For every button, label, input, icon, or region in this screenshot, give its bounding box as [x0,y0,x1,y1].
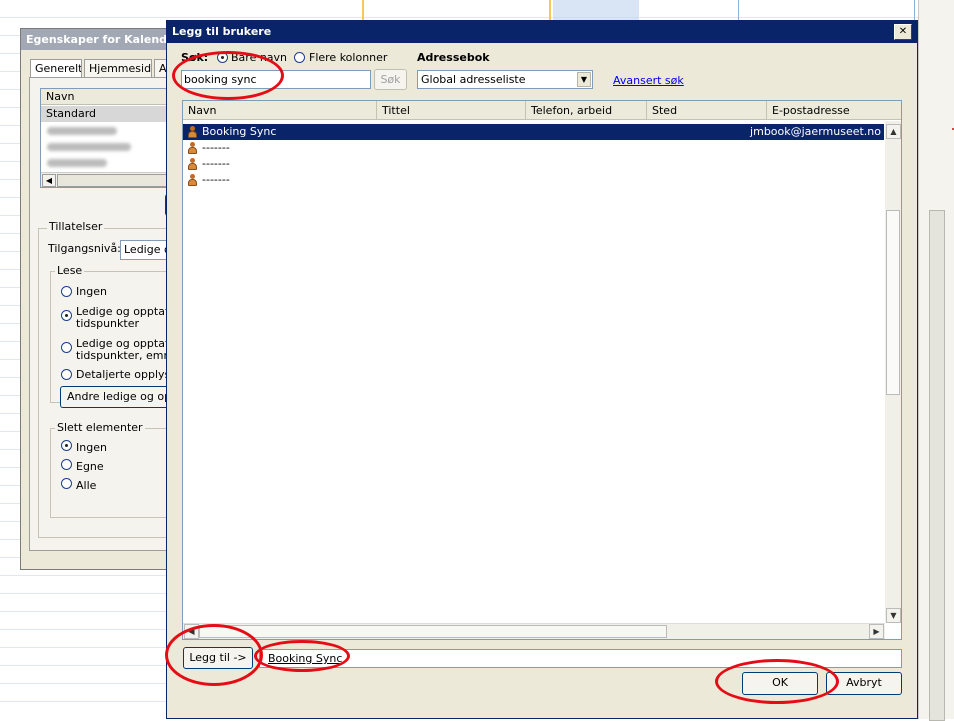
address-book-value: Global adresseliste [421,73,526,86]
scroll-left-icon[interactable]: ◀ [184,624,199,639]
search-button[interactable]: Søk [374,69,407,90]
ok-button[interactable]: OK [742,672,818,695]
scroll-down-icon[interactable]: ▼ [886,608,901,623]
table-row[interactable]: ------- [183,172,884,188]
search-mode-radio-0[interactable] [217,52,228,63]
scroll-thumb[interactable] [886,210,900,395]
read-group-label: Lese [55,264,85,277]
access-level-select[interactable]: Ledige og [120,240,172,260]
delete-group-label: Slett elementer [55,421,145,434]
column-header-location[interactable]: Sted [647,101,767,120]
person-icon [188,142,197,154]
delete-radio-0[interactable] [61,440,72,451]
table-row[interactable]: Booking Sync jmbook@jaermuseet.no [183,124,884,140]
row-name: ------- [202,173,230,186]
advanced-search-link[interactable]: Avansert søk [613,74,684,87]
column-header-title[interactable]: Tittel [377,101,526,120]
selected-user-token: Booking Sync [268,652,343,665]
blurred-name [47,159,107,167]
scroll-left-icon[interactable]: ◀ [42,174,56,187]
tab-hjemmeside[interactable]: Hjemmeside [84,59,152,77]
scroll-thumb[interactable] [199,625,667,638]
row-name: Booking Sync [202,125,277,138]
add-button[interactable]: Legg til -> [183,647,253,669]
delete-option-label: Alle [76,479,97,492]
delete-radio-1[interactable] [61,459,72,470]
calendar-scrollbar[interactable] [929,210,945,721]
address-book-select[interactable]: Global adresseliste ▼ [417,70,593,89]
permissions-list-item[interactable]: Standard [41,106,172,122]
read-radio-1[interactable] [61,310,72,321]
delete-option-label: Egne [76,460,104,473]
read-option-label: Detaljerte opplysni [76,368,181,381]
read-option-label: Ledige og opptatte tidspunkter, emne, [76,337,181,362]
permissions-group-label: Tillatelser [47,220,105,233]
blurred-name [47,127,117,135]
search-mode-label: Flere kolonner [309,51,388,64]
search-label: Søk: [181,51,209,64]
access-level-label: Tilgangsnivå: [48,242,121,255]
scroll-up-icon[interactable]: ▲ [886,124,901,139]
read-radio-2[interactable] [61,342,72,353]
permissions-list[interactable]: Navn Standard ◀ [40,88,172,188]
read-radio-3[interactable] [61,369,72,380]
search-mode-label: Bare navn [231,51,288,64]
delete-radio-2[interactable] [61,478,72,489]
read-radio-0[interactable] [61,286,72,297]
search-input[interactable]: booking sync [181,70,371,89]
table-row[interactable]: ------- [183,156,884,172]
permissions-list-hscrollbar[interactable]: ◀ [41,172,172,187]
blurred-name [47,143,131,151]
properties-tab-panel: Navn Standard ◀ Tillatelser Tilgangsnivå… [29,77,181,551]
column-header-name[interactable]: Navn [183,101,377,120]
close-icon[interactable]: ✕ [894,24,912,40]
scroll-right-icon[interactable]: ▶ [869,624,884,639]
person-icon [188,158,197,170]
column-header-email[interactable]: E-postadresse [767,101,901,120]
results-vscrollbar[interactable]: ▲ ▼ [885,121,901,623]
search-mode-radio-1[interactable] [294,52,305,63]
read-option-label: Ledige og opptatte tidspunkter [76,305,181,330]
results-list[interactable]: Navn Tittel Telefon, arbeid Sted E-posta… [182,100,902,640]
address-book-label: Adressebok [417,51,490,64]
table-row[interactable]: ------- [183,140,884,156]
row-name: ------- [202,141,230,154]
properties-dialog-title: Egenskaper for Kalender [21,29,171,50]
other-freebusy-button[interactable]: Andre ledige og oppt [60,386,172,408]
properties-dialog: Egenskaper for Kalender Generelt Hjemmes… [20,28,181,570]
person-icon [188,174,197,186]
permissions-list-header: Navn [41,89,172,105]
results-hscrollbar[interactable]: ◀ ▶ [183,623,885,639]
row-name: ------- [202,157,230,170]
dialog-title: Legg til brukere [167,21,917,43]
tab-generelt[interactable]: Generelt [30,59,82,77]
column-header-phone[interactable]: Telefon, arbeid [526,101,647,120]
selected-users-field[interactable]: Booking Sync [259,649,902,668]
chevron-down-icon[interactable]: ▼ [577,72,591,87]
add-users-dialog: Legg til brukere ✕ Søk: Bare navn Flere … [166,20,918,719]
cancel-button[interactable]: Avbryt [826,672,902,695]
delete-option-label: Ingen [76,441,107,454]
row-email: jmbook@jaermuseet.no [750,125,881,138]
calendar-side-panel [918,0,954,721]
scroll-thumb[interactable] [57,174,169,187]
person-icon [188,126,197,138]
read-option-label: Ingen [76,285,107,298]
